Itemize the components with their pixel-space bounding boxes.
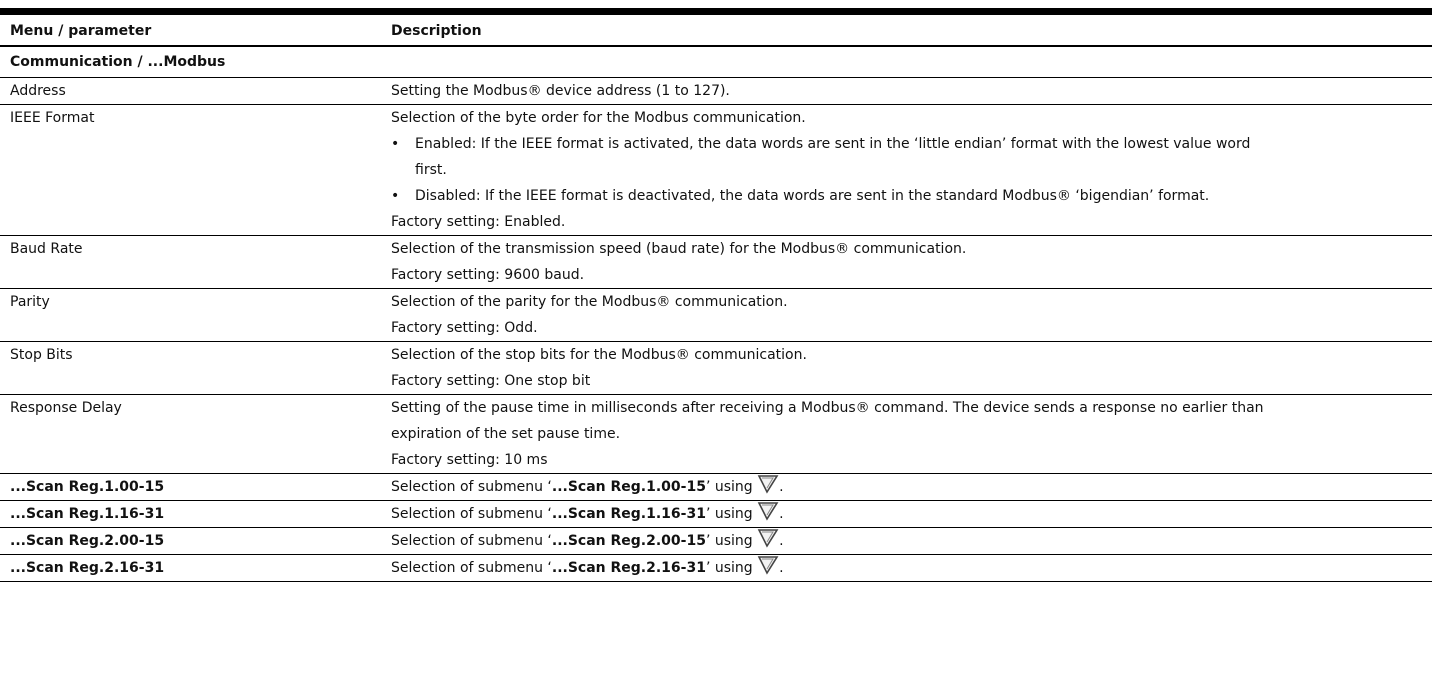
param-scan-reg: ...Scan Reg.1.00-15 bbox=[0, 473, 381, 501]
top-rule bbox=[0, 8, 1432, 15]
navigate-right-key-icon bbox=[757, 475, 779, 494]
table-row: Stop Bits Selection of the stop bits for… bbox=[0, 341, 1432, 395]
submenu-end: . bbox=[779, 479, 784, 495]
submenu-name: ...Scan Reg.1.16-31 bbox=[551, 506, 706, 522]
submenu-suffix: ’ using bbox=[705, 533, 753, 549]
section-title: Communication / ...Modbus bbox=[0, 46, 1432, 78]
desc-ieee-format: Selection of the byte order for the Modb… bbox=[391, 110, 806, 126]
navigate-right-key-icon bbox=[757, 529, 779, 548]
submenu-end: . bbox=[779, 533, 784, 549]
param-address: Address bbox=[10, 83, 66, 99]
bullet-marker: • bbox=[391, 188, 400, 204]
bullet-item-enabled: • Enabled: If the IEEE format is activat… bbox=[391, 131, 1432, 183]
section-row: Communication / ...Modbus bbox=[0, 46, 1432, 78]
submenu-name: ...Scan Reg.2.00-15 bbox=[551, 533, 706, 549]
header-description: Description bbox=[381, 17, 1432, 47]
param-baud-rate: Baud Rate bbox=[10, 241, 83, 257]
header-parameter: Menu / parameter bbox=[0, 17, 381, 47]
table-row: ...Scan Reg.2.00-15 Selection of submenu… bbox=[0, 527, 1432, 555]
factory-response-delay: Factory setting: 10 ms bbox=[391, 452, 548, 468]
factory-parity: Factory setting: Odd. bbox=[391, 320, 538, 336]
desc-scan-reg: Selection of submenu ‘...Scan Reg.2.16-3… bbox=[381, 554, 1432, 582]
table-row: IEEE Format Selection of the byte order … bbox=[0, 104, 1432, 236]
modbus-parameter-table: Menu / parameter Description Communicati… bbox=[0, 17, 1432, 582]
factory-ieee-format: Factory setting: Enabled. bbox=[391, 214, 566, 230]
param-parity: Parity bbox=[10, 294, 50, 310]
param-scan-reg: ...Scan Reg.2.16-31 bbox=[0, 554, 381, 582]
table-row: ...Scan Reg.2.16-31 Selection of submenu… bbox=[0, 554, 1432, 582]
param-scan-reg: ...Scan Reg.1.16-31 bbox=[0, 500, 381, 528]
factory-baud-rate: Factory setting: 9600 baud. bbox=[391, 267, 585, 283]
submenu-prefix: Selection of submenu ‘ bbox=[391, 479, 552, 495]
desc-scan-reg: Selection of submenu ‘...Scan Reg.1.00-1… bbox=[381, 473, 1432, 501]
table-row: Address Setting the Modbus® device addre… bbox=[0, 77, 1432, 105]
desc-parity: Selection of the parity for the Modbus® … bbox=[391, 294, 788, 310]
table-header-row: Menu / parameter Description bbox=[0, 17, 1432, 47]
bullet-marker: • bbox=[391, 136, 400, 152]
param-scan-reg: ...Scan Reg.2.00-15 bbox=[0, 527, 381, 555]
table-row: ...Scan Reg.1.16-31 Selection of submenu… bbox=[0, 500, 1432, 528]
submenu-prefix: Selection of submenu ‘ bbox=[391, 560, 552, 576]
factory-stop-bits: Factory setting: One stop bit bbox=[391, 373, 591, 389]
submenu-suffix: ’ using bbox=[705, 479, 753, 495]
bullet-item-disabled: • Disabled: If the IEEE format is deacti… bbox=[391, 183, 1432, 209]
table-row: Response Delay Setting of the pause time… bbox=[0, 394, 1432, 474]
param-stop-bits: Stop Bits bbox=[10, 347, 73, 363]
submenu-end: . bbox=[779, 560, 784, 576]
param-response-delay: Response Delay bbox=[10, 400, 122, 416]
submenu-prefix: Selection of submenu ‘ bbox=[391, 533, 552, 549]
submenu-suffix: ’ using bbox=[705, 560, 753, 576]
desc-scan-reg: Selection of submenu ‘...Scan Reg.1.16-3… bbox=[381, 500, 1432, 528]
submenu-prefix: Selection of submenu ‘ bbox=[391, 506, 552, 522]
table-row: ...Scan Reg.1.00-15 Selection of submenu… bbox=[0, 473, 1432, 501]
submenu-name: ...Scan Reg.1.00-15 bbox=[551, 479, 706, 495]
desc-address: Setting the Modbus® device address (1 to… bbox=[391, 83, 730, 99]
bullet-enabled-line2: first. bbox=[415, 162, 447, 178]
bullet-enabled-line1: Enabled: If the IEEE format is activated… bbox=[415, 136, 1251, 152]
navigate-right-key-icon bbox=[757, 502, 779, 521]
desc-response-delay-line1: Setting of the pause time in millisecond… bbox=[391, 400, 1264, 416]
navigate-right-key-icon bbox=[757, 556, 779, 575]
desc-stop-bits: Selection of the stop bits for the Modbu… bbox=[391, 347, 807, 363]
submenu-suffix: ’ using bbox=[705, 506, 753, 522]
submenu-end: . bbox=[779, 506, 784, 522]
bullet-disabled-text: Disabled: If the IEEE format is deactiva… bbox=[415, 188, 1210, 204]
param-ieee-format: IEEE Format bbox=[10, 110, 95, 126]
desc-scan-reg: Selection of submenu ‘...Scan Reg.2.00-1… bbox=[381, 527, 1432, 555]
table-row: Baud Rate Selection of the transmission … bbox=[0, 235, 1432, 289]
desc-response-delay-line2: expiration of the set pause time. bbox=[391, 426, 621, 442]
submenu-name: ...Scan Reg.2.16-31 bbox=[551, 560, 706, 576]
desc-baud-rate: Selection of the transmission speed (bau… bbox=[391, 241, 967, 257]
table-row: Parity Selection of the parity for the M… bbox=[0, 288, 1432, 342]
